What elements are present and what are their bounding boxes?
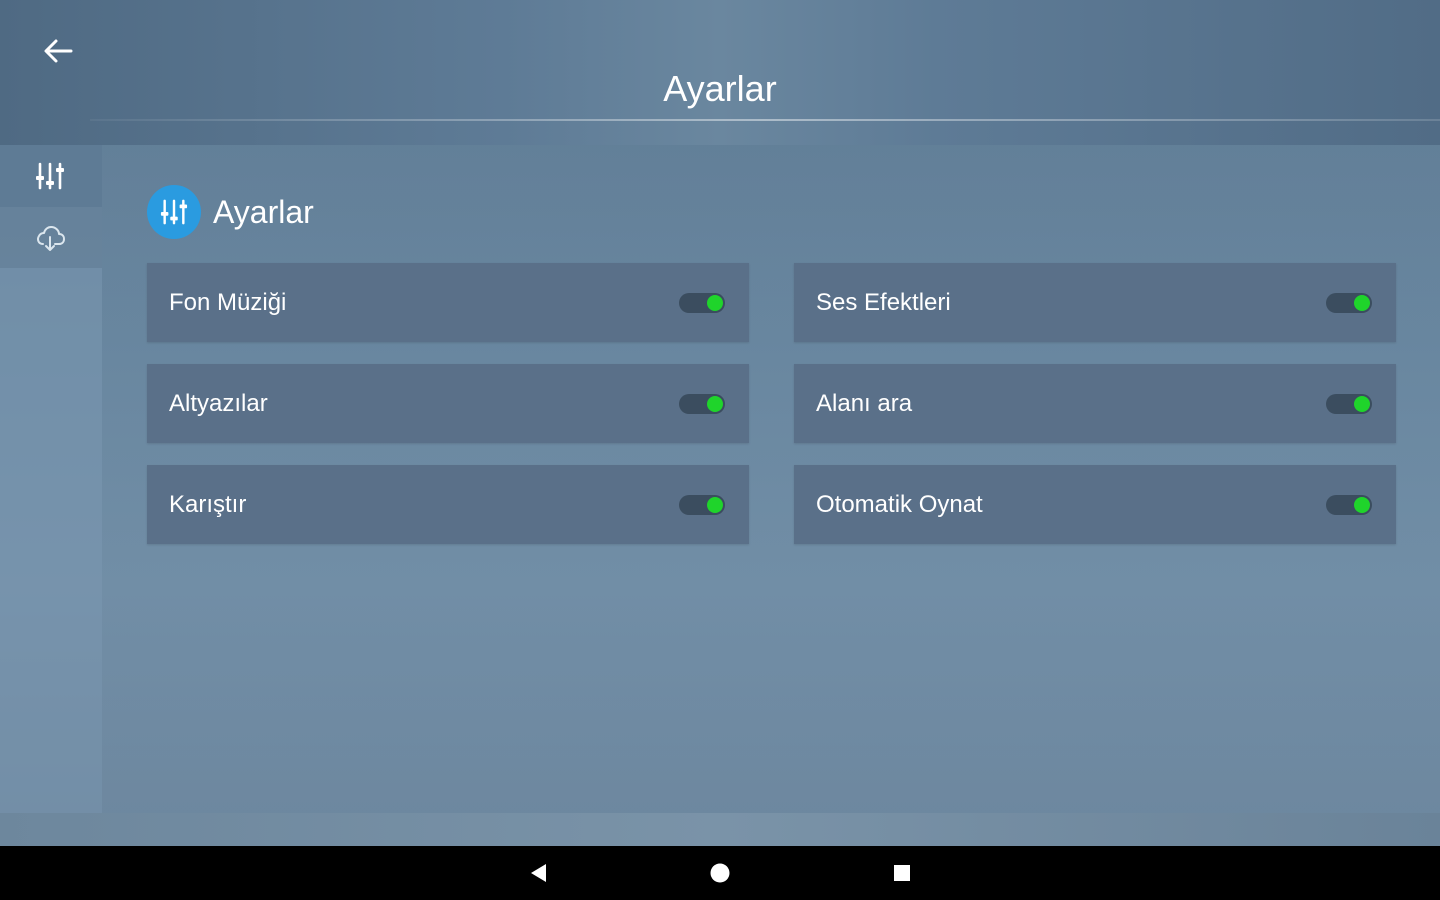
arrow-left-icon [44, 39, 73, 63]
setting-label: Alanı ara [816, 389, 913, 417]
bottom-strip [0, 813, 1440, 846]
sound-effects-toggle[interactable] [1326, 292, 1372, 313]
back-triangle-icon [531, 864, 546, 882]
sidebar-tab-cloud[interactable] [0, 207, 102, 268]
setting-label: Ses Efektleri [816, 288, 951, 316]
toggle-knob [707, 294, 723, 311]
setting-card-sound-effects: Ses Efektleri [794, 263, 1396, 342]
subtitles-toggle[interactable] [679, 393, 725, 414]
toggle-knob [707, 496, 723, 513]
shuffle-toggle[interactable] [679, 494, 725, 515]
sidebar [0, 145, 102, 813]
sidebar-tab-settings[interactable] [0, 145, 102, 207]
nav-back-button[interactable] [508, 846, 568, 900]
section-header: Ayarlar [147, 185, 314, 239]
background-music-toggle[interactable] [679, 292, 725, 313]
sliders-icon [36, 162, 64, 190]
android-nav-bar [0, 846, 1440, 900]
app-bar: Ayarlar [0, 0, 1440, 145]
setting-label: Altyazılar [169, 389, 268, 417]
toggle-knob [1354, 294, 1370, 311]
toggle-knob [1354, 496, 1370, 513]
page-title: Ayarlar [663, 68, 777, 109]
sliders-icon [160, 199, 188, 225]
search-area-toggle[interactable] [1326, 393, 1372, 414]
setting-card-search-area: Alanı ara [794, 364, 1396, 443]
cloud-download-icon [37, 225, 65, 251]
setting-card-shuffle: Karıştır [147, 465, 749, 544]
setting-label: Otomatik Oynat [816, 490, 983, 518]
nav-home-button[interactable] [690, 846, 750, 900]
recents-square-icon [894, 865, 910, 881]
setting-card-autoplay: Otomatik Oynat [794, 465, 1396, 544]
setting-card-subtitles: Altyazılar [147, 364, 749, 443]
toggle-knob [707, 395, 723, 412]
home-circle-icon [710, 863, 730, 883]
nav-recents-button[interactable] [872, 846, 932, 900]
setting-label: Karıştır [169, 490, 247, 518]
toggle-knob [1354, 395, 1370, 412]
section-icon-badge [147, 185, 201, 239]
section-title: Ayarlar [213, 193, 314, 230]
setting-card-background-music: Fon Müziği [147, 263, 749, 342]
header-divider [90, 119, 1440, 121]
autoplay-toggle[interactable] [1326, 494, 1372, 515]
setting-label: Fon Müziği [169, 288, 287, 316]
